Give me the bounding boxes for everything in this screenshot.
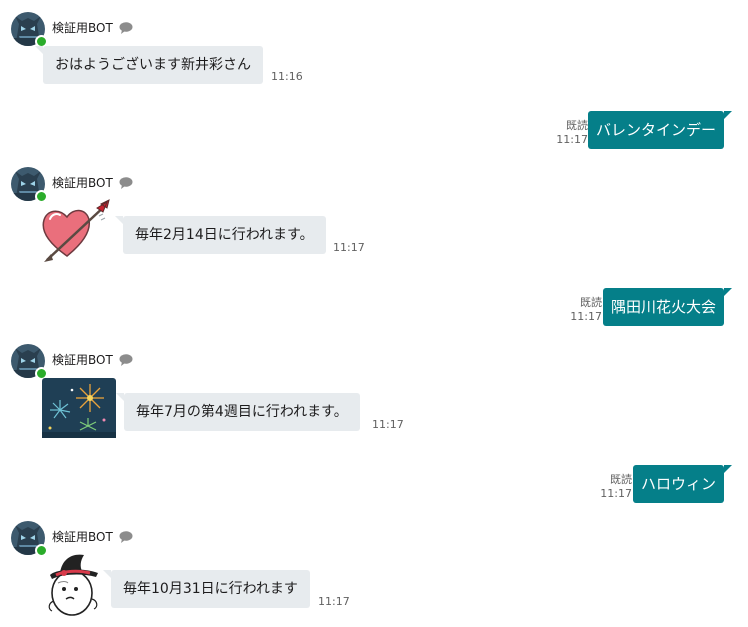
sender-name[interactable]: 検証用BOT [52,20,113,36]
read-receipt: 既読 [580,296,602,309]
chat-bubble-icon [119,177,133,189]
message-time: 11:17 [318,595,350,608]
incoming-message-bubble: おはようございます新井彩さん [35,46,263,84]
incoming-message-bubble: 毎年2月14日に行われます。 [115,216,326,254]
witch-hat-character-icon [48,554,98,616]
message-text: 毎年2月14日に行われます。 [135,227,314,243]
outgoing-message-bubble: 隅田川花火大会 [602,288,733,326]
message-text: 毎年10月31日に行われます [123,581,298,597]
message-text: おはようございます新井彩さん [55,57,251,73]
read-receipt: 既読 [610,473,632,486]
sender-name[interactable]: 検証用BOT [52,352,113,368]
fireworks-icon [42,378,116,438]
outgoing-message-bubble: ハロウィン [632,465,733,503]
incoming-message-bubble: 毎年7月の第4週目に行われます。 [116,393,360,431]
chat-bubble-icon [119,354,133,366]
message-time: 11:17 [333,241,365,254]
message-time: 11:17 [372,418,404,431]
message-time: 11:17 [556,133,588,146]
read-meta: 既読 11:17 [600,473,632,501]
message-text: 隅田川花火大会 [610,298,716,316]
chat-bubble-icon [119,22,133,34]
message-time: 11:17 [600,487,632,500]
chat-bubble-icon [119,531,133,543]
heart-arrow-icon [42,199,110,262]
sender-name[interactable]: 検証用BOT [52,175,113,191]
sender-name[interactable]: 検証用BOT [52,529,113,545]
outgoing-message-bubble: バレンタインデー [587,111,733,149]
read-meta: 既読 11:17 [570,296,602,324]
message-text: バレンタインデー [595,121,716,139]
incoming-message-bubble: 毎年10月31日に行われます [103,570,310,608]
message-text: ハロウィン [640,475,716,493]
message-time: 11:17 [570,310,602,323]
message-group: 検証用BOT おはようございます新井彩さん 11:16 [0,0,748,95]
message-time: 11:16 [271,70,303,83]
read-meta: 既読 11:17 [556,119,588,147]
read-receipt: 既読 [566,119,588,132]
message-text: 毎年7月の第4週目に行われます。 [136,404,348,420]
